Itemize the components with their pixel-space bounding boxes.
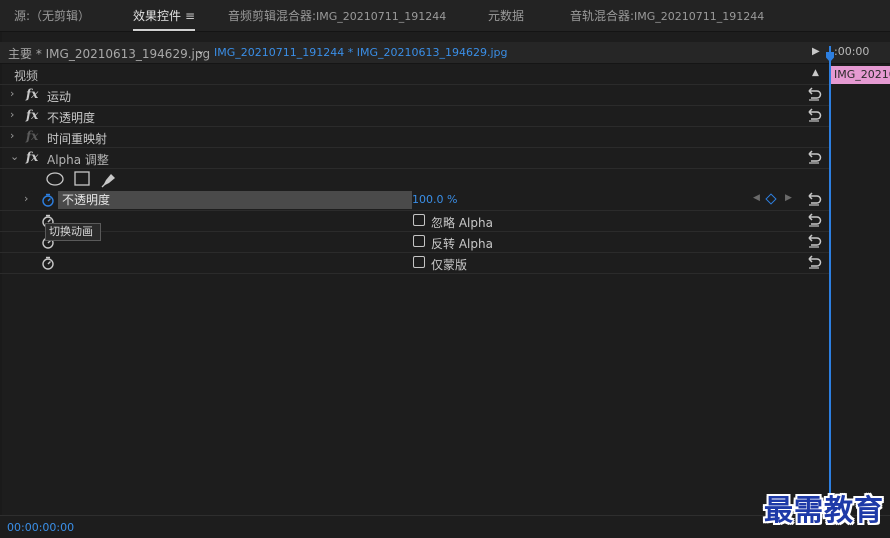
play-arrow-icon[interactable]: ▶: [812, 46, 820, 57]
effect-row-alpha-adjust[interactable]: ⌄ fx Alpha 调整: [0, 148, 829, 169]
property-row-ignore-alpha[interactable]: 忽略 Alpha: [0, 211, 829, 232]
master-clip-selector[interactable]: 主要 * IMG_20210613_194629.jpg: [8, 45, 210, 62]
prev-keyframe-icon[interactable]: ◀: [753, 193, 760, 203]
add-keyframe-icon[interactable]: [765, 193, 777, 205]
reset-icon[interactable]: [806, 191, 822, 207]
ignore-alpha-label: 忽略 Alpha: [431, 216, 493, 230]
expand-chevron-icon[interactable]: ›: [10, 129, 14, 142]
reset-icon[interactable]: [806, 86, 822, 102]
next-keyframe-icon[interactable]: ▶: [785, 193, 792, 203]
effect-name-opacity: 不透明度: [47, 111, 96, 125]
sequence-clip-link[interactable]: IMG_20210711_191244 * IMG_20210613_19462…: [214, 46, 508, 59]
invert-alpha-checkbox[interactable]: [413, 235, 425, 247]
tab-audio-track-mixer[interactable]: 音轨混合器:IMG_20210711_191244: [570, 7, 764, 25]
opacity-value[interactable]: 100.0 %: [412, 193, 457, 206]
effect-row-motion[interactable]: › fx 运动: [0, 85, 829, 106]
tab-source-label: 源:（无剪辑）: [14, 9, 91, 23]
panel-tab-bar: 源:（无剪辑） 效果控件 ≡ 音频剪辑混合器:IMG_20210711_19124…: [0, 0, 890, 32]
tab-effect-controls[interactable]: 效果控件 ≡: [133, 7, 196, 31]
stopwatch-icon[interactable]: [41, 193, 55, 207]
fx-icon[interactable]: fx: [26, 108, 38, 122]
effect-name-motion: 运动: [47, 90, 72, 104]
tab-effect-controls-label: 效果控件: [133, 9, 182, 23]
tab-audio-clip-mixer-label: 音频剪辑混合器:: [228, 9, 317, 23]
section-video-label: 视频: [14, 69, 39, 83]
ignore-alpha-checkbox[interactable]: [413, 214, 425, 226]
effect-timeline[interactable]: :00:00 IMG_20210: [826, 42, 890, 520]
active-tab-underline: [133, 29, 196, 31]
section-video[interactable]: 视频 ▲: [0, 64, 829, 85]
expand-chevron-icon[interactable]: ›: [24, 192, 28, 205]
reset-icon[interactable]: [806, 212, 822, 228]
current-timecode[interactable]: 00:00:00:00: [7, 521, 74, 534]
ellipse-mask-icon[interactable]: [46, 171, 64, 187]
panel-menu-icon[interactable]: ≡: [185, 7, 195, 25]
collapse-up-icon[interactable]: ▲: [812, 68, 819, 78]
property-row-invert-alpha[interactable]: 反转 Alpha: [0, 232, 829, 253]
timeline-ruler[interactable]: :00:00: [829, 42, 890, 64]
effect-name-alpha-adjust: Alpha 调整: [47, 153, 109, 167]
clip-header: 主要 * IMG_20210613_194629.jpg ⌄ IMG_20210…: [0, 42, 829, 64]
playhead[interactable]: [826, 46, 834, 520]
toggle-animation-tooltip: 切换动画: [45, 223, 101, 241]
tab-audio-clip-mixer-clip: IMG_20210711_191244: [316, 10, 447, 23]
watermark-logo: 最需教育: [764, 493, 885, 527]
reset-icon[interactable]: [806, 149, 822, 165]
pen-mask-icon[interactable]: [100, 171, 118, 189]
tab-audio-clip-mixer[interactable]: 音频剪辑混合器:IMG_20210711_191244: [228, 7, 446, 25]
reset-icon[interactable]: [806, 107, 822, 123]
expand-chevron-icon[interactable]: ›: [10, 108, 14, 121]
invert-alpha-label: 反转 Alpha: [431, 237, 493, 251]
effect-row-time-remap[interactable]: › fx 时间重映射: [0, 127, 829, 148]
property-row-mask-only[interactable]: 仅蒙版: [0, 253, 829, 274]
chevron-down-icon[interactable]: ⌄: [196, 44, 205, 57]
property-row-opacity[interactable]: › 不透明度 100.0 % ◀ ▶: [0, 190, 829, 211]
opacity-property-label[interactable]: 不透明度: [58, 191, 412, 209]
status-bar: 00:00:00:00: [0, 515, 890, 538]
fx-icon: fx: [26, 129, 39, 143]
reset-icon[interactable]: [806, 254, 822, 270]
mask-tools: [0, 169, 829, 190]
tab-source[interactable]: 源:（无剪辑）: [14, 7, 90, 25]
tab-metadata[interactable]: 元数据: [488, 7, 524, 25]
expand-chevron-icon[interactable]: ›: [10, 87, 14, 100]
tab-metadata-label: 元数据: [488, 9, 525, 23]
mask-only-label: 仅蒙版: [431, 258, 468, 272]
mask-only-checkbox[interactable]: [413, 256, 425, 268]
stopwatch-icon[interactable]: [41, 256, 55, 270]
collapse-chevron-icon[interactable]: ⌄: [10, 150, 19, 163]
fx-icon[interactable]: fx: [26, 87, 38, 101]
effect-name-time-remap: 时间重映射: [47, 132, 108, 146]
tab-audio-track-mixer-label: 音轨混合器:: [570, 9, 635, 23]
reset-icon[interactable]: [806, 233, 822, 249]
fx-icon[interactable]: fx: [26, 150, 38, 164]
ruler-timecode: :00:00: [834, 45, 870, 58]
rectangle-mask-icon[interactable]: [74, 171, 90, 187]
timeline-clip[interactable]: IMG_20210: [831, 66, 890, 84]
effect-row-opacity[interactable]: › fx 不透明度: [0, 106, 829, 127]
tab-audio-track-mixer-clip: IMG_20210711_191244: [634, 10, 765, 23]
